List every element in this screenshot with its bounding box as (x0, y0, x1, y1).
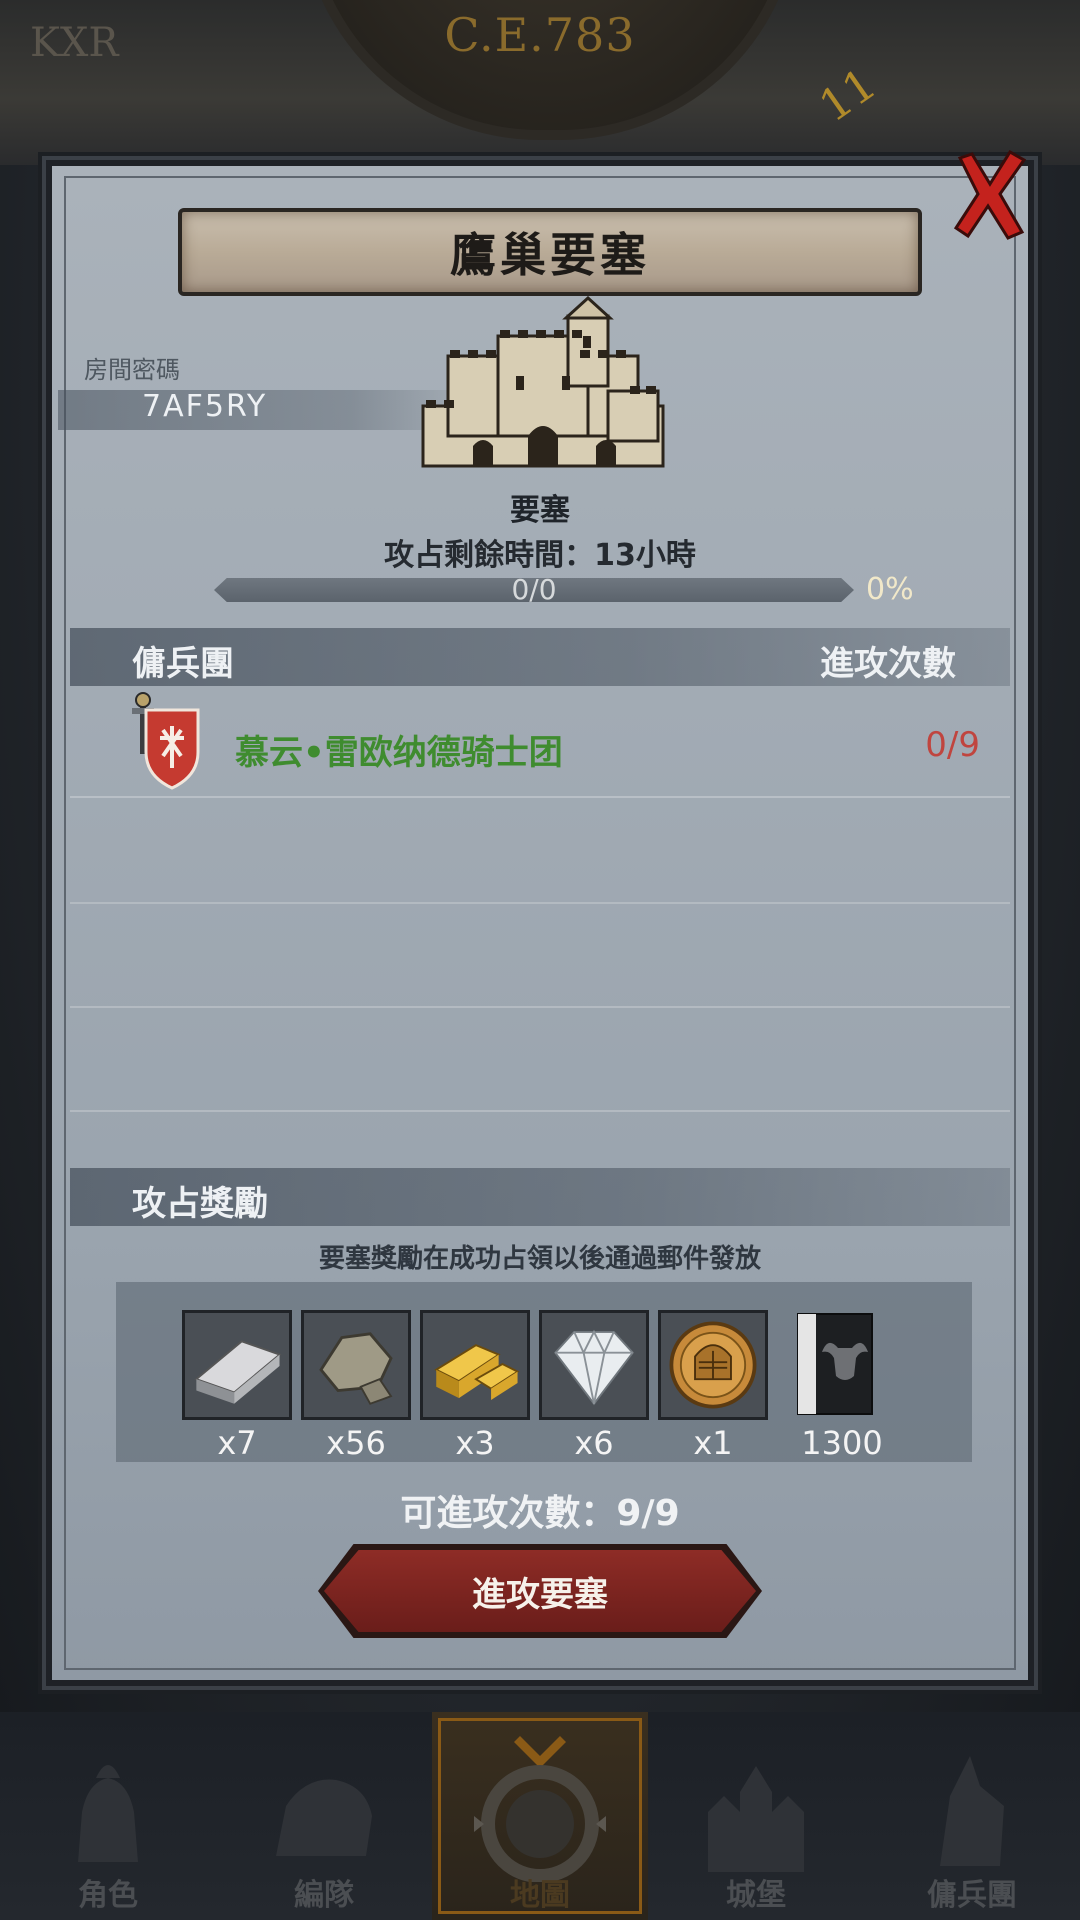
bull-banner-icon[interactable] (794, 1312, 876, 1418)
nav-label: 傭兵團 (927, 1878, 1017, 1913)
rewards-header-label: 攻占獎勵 (132, 1184, 268, 1224)
bottom-nav: 角色 編隊 地圖 城堡 傭兵團 (0, 1712, 1080, 1920)
map-icon (474, 1736, 606, 1882)
nav-label: 編隊 (294, 1878, 354, 1913)
time-remaining: 攻占剩餘時間：13小時 (384, 538, 696, 573)
castle-icon (708, 1766, 804, 1872)
capture-progress-text: 0/0 (511, 573, 557, 606)
nav-item-character[interactable]: 角色 (0, 1712, 216, 1920)
mercenary-name: 慕云•雷欧纳德骑士团 (235, 733, 563, 773)
dialog-title-plaque: 鷹巢要塞 (178, 208, 922, 296)
attack-fortress-button[interactable]: 進攻要塞 (324, 1550, 756, 1632)
fortress-icon (421, 296, 665, 468)
nav-item-mercenary[interactable]: 傭兵團 (864, 1712, 1080, 1920)
attack-fortress-button-label: 進攻要塞 (472, 1574, 608, 1615)
empty-list-row (70, 1006, 1010, 1112)
era-left-fragment: KXR (30, 20, 119, 66)
room-code-band (58, 390, 478, 430)
capture-progress-percent: 0% (866, 572, 914, 607)
mercenary-icon (940, 1756, 1004, 1866)
dialog-title: 鷹巢要塞 (450, 228, 650, 282)
nav-item-map[interactable]: 地圖 (432, 1712, 648, 1920)
nav-item-formation[interactable]: 編隊 (216, 1712, 432, 1920)
nav-label: 角色 (78, 1878, 138, 1913)
nav-label: 城堡 (726, 1878, 786, 1913)
reward-count: 1300 (801, 1424, 883, 1462)
fortress-type-label: 要塞 (510, 493, 570, 528)
reward-count: x1 (693, 1424, 733, 1462)
room-code-value: 7AF5RY (142, 389, 268, 424)
diamond-icon[interactable] (539, 1310, 649, 1420)
nav-item-castle[interactable]: 城堡 (648, 1712, 864, 1920)
available-attack-count: 可進攻次數：9/9 (400, 1493, 680, 1534)
stone-ore-icon[interactable] (301, 1310, 411, 1420)
close-icon[interactable] (950, 150, 1030, 240)
room-code-label: 房間密碼 (84, 356, 180, 384)
knight-helmet-coin-icon[interactable] (658, 1310, 768, 1420)
mercenary-header-label: 傭兵團 (132, 644, 234, 684)
shield-crest-icon (132, 692, 200, 790)
era-banner: C.E.783 11 KXR (0, 0, 1080, 165)
rewards-note: 要塞獎勵在成功占領以後通過郵件發放 (318, 1244, 761, 1274)
gold-bars-icon[interactable] (420, 1310, 530, 1420)
nav-label: 地圖 (510, 1878, 570, 1913)
attack-count-header-label: 進攻次數 (820, 644, 956, 684)
mercenary-attack-count: 0/9 (925, 725, 980, 765)
empty-list-row (70, 798, 1010, 904)
silver-ingot-icon[interactable] (182, 1310, 292, 1420)
empty-list-row (70, 902, 1010, 1008)
era-label: C.E.783 (444, 8, 636, 62)
list-item[interactable]: 慕云•雷欧纳德骑士团 0/9 (70, 692, 1010, 798)
character-icon (78, 1765, 138, 1862)
formation-icon (276, 1779, 372, 1856)
